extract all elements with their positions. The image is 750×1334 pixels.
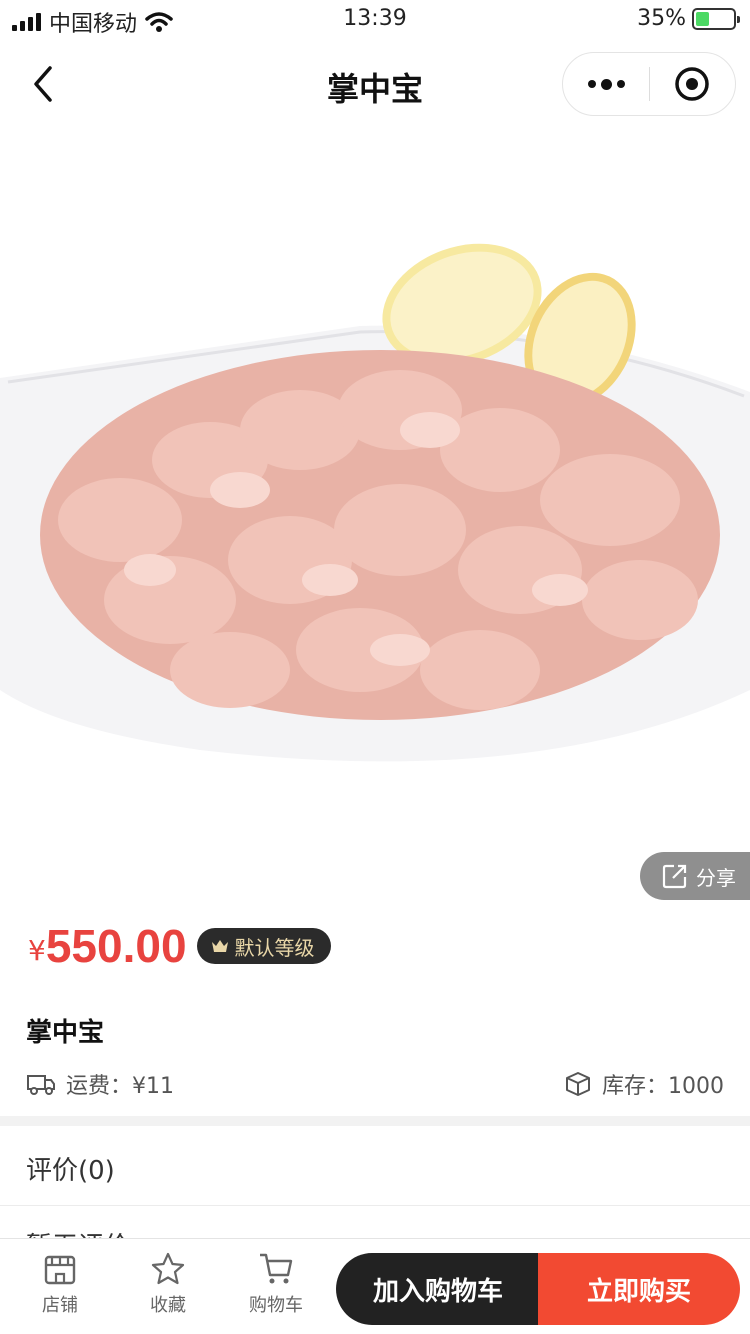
more-dot-icon (600, 78, 612, 90)
tab-store-label: 店铺 (42, 1295, 78, 1316)
status-bar: 中国移动 13:39 35% (0, 0, 750, 40)
chevron-left-icon (34, 66, 52, 102)
battery-icon (692, 7, 740, 30)
back-button[interactable] (24, 62, 64, 106)
price-row: ¥ 550.00 默认等级 (28, 918, 331, 974)
status-right: 35% (637, 6, 740, 31)
shipping-info: 运费：¥11 (26, 1068, 174, 1100)
nav-bar: 掌中宝 (0, 44, 750, 128)
member-level-badge: 默认等级 (196, 928, 331, 964)
member-level-label: 默认等级 (234, 935, 315, 960)
tab-favorite[interactable]: 收藏 (128, 1251, 208, 1317)
price-currency: ¥ (28, 933, 46, 967)
crown-icon (211, 940, 228, 952)
section-divider (0, 1116, 750, 1126)
shipping-fee: 运费：¥11 (66, 1074, 174, 1099)
tab-favorite-label: 收藏 (150, 1295, 186, 1316)
store-icon (44, 1255, 76, 1285)
more-dot-icon (587, 80, 596, 88)
share-button[interactable]: 分享 (640, 852, 750, 900)
stock-count: 库存：1000 (602, 1074, 724, 1099)
truck-icon (27, 1075, 55, 1095)
product-image[interactable] (0, 130, 750, 920)
tab-cart[interactable]: 购物车 (236, 1251, 316, 1317)
buy-now-button[interactable]: 立即购买 (538, 1253, 740, 1325)
cart-icon (260, 1253, 293, 1284)
battery-percent: 35% (637, 6, 686, 31)
more-dot-icon (616, 80, 625, 88)
tab-store[interactable]: 店铺 (20, 1251, 100, 1317)
reviews-header[interactable]: 评价(0) (0, 1126, 750, 1206)
reviews-count: 评价(0) (26, 1156, 115, 1186)
more-button[interactable] (563, 53, 649, 115)
product-meta: 运费：¥11 库存：1000 (0, 1062, 750, 1102)
mini-program-capsule (562, 52, 736, 116)
star-icon (151, 1252, 185, 1285)
close-mini-program-button[interactable] (649, 53, 735, 115)
add-to-cart-button[interactable]: 加入购物车 (336, 1253, 540, 1325)
battery-fill (696, 11, 709, 26)
bottom-action-bar: 店铺 收藏 购物车 加入购物车 立即购买 (0, 1238, 750, 1334)
box-icon (566, 1072, 590, 1096)
product-title: 掌中宝 (26, 1018, 105, 1048)
stock-info: 库存：1000 (564, 1068, 724, 1100)
share-icon (662, 864, 687, 889)
target-close-icon (675, 67, 709, 101)
chicken-cartilage-plate-icon (0, 243, 750, 762)
tab-cart-label: 购物车 (249, 1295, 303, 1316)
share-label: 分享 (696, 865, 736, 890)
price-value: 550.00 (45, 920, 187, 972)
